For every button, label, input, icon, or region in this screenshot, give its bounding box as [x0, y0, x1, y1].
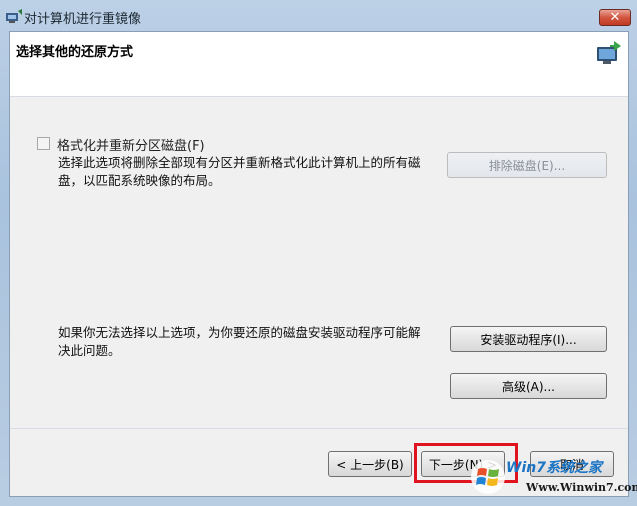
watermark-url: Www.Winwin7.com [526, 481, 637, 494]
dialog-window: 对计算机进行重镜像 ✕ 选择其他的还原方式 格式化并重新分区磁盘(F) 选择此选… [0, 0, 637, 506]
footer-separator [10, 428, 628, 429]
format-description: 选择此选项将删除全部现有分区并重新格式化此计算机上的所有磁 盘，以匹配系统映像的… [58, 154, 448, 190]
back-label: < 上一步(B) [336, 457, 404, 472]
exclude-disks-button[interactable]: 排除磁盘(E)... [447, 152, 607, 178]
format-repartition-checkbox[interactable] [37, 137, 50, 150]
watermark-brand: Win7系统之家 [506, 460, 602, 476]
page-header: 选择其他的还原方式 [10, 32, 628, 97]
install-driver-button[interactable]: 安装驱动程序(I)... [450, 326, 607, 352]
page-title: 选择其他的还原方式 [16, 45, 134, 60]
driver-description: 如果你无法选择以上选项，为你要还原的磁盘安装驱动程序可能解 决此问题。 [58, 324, 448, 360]
install-driver-label: 安装驱动程序(I)... [480, 332, 577, 347]
format-description-line1: 选择此选项将删除全部现有分区并重新格式化此计算机上的所有磁 [58, 155, 421, 170]
driver-description-line1: 如果你无法选择以上选项，为你要还原的磁盘安装驱动程序可能解 [58, 325, 421, 340]
window-title: 对计算机进行重镜像 [24, 12, 142, 27]
close-button[interactable]: ✕ [599, 9, 631, 26]
close-icon: ✕ [609, 10, 621, 25]
advanced-label: 高级(A)... [501, 379, 556, 394]
advanced-button[interactable]: 高级(A)... [450, 373, 607, 399]
title-bar[interactable]: 对计算机进行重镜像 ✕ [0, 0, 637, 32]
restore-app-icon [6, 9, 22, 23]
back-button[interactable]: < 上一步(B) [328, 451, 412, 477]
format-repartition-label: 格式化并重新分区磁盘(F) [57, 139, 205, 154]
dialog-body: 选择其他的还原方式 格式化并重新分区磁盘(F) 选择此选项将删除全部现有分区并重… [9, 31, 629, 497]
system-image-monitor-icon [597, 41, 621, 64]
windows-logo-icon [471, 460, 505, 494]
format-description-line2: 盘，以匹配系统映像的布局。 [58, 173, 221, 188]
site-watermark: Win7系统之家 Www.Winwin7.com [470, 455, 637, 503]
exclude-disks-label: 排除磁盘(E)... [488, 158, 566, 173]
driver-description-line2: 决此问题。 [58, 343, 121, 358]
